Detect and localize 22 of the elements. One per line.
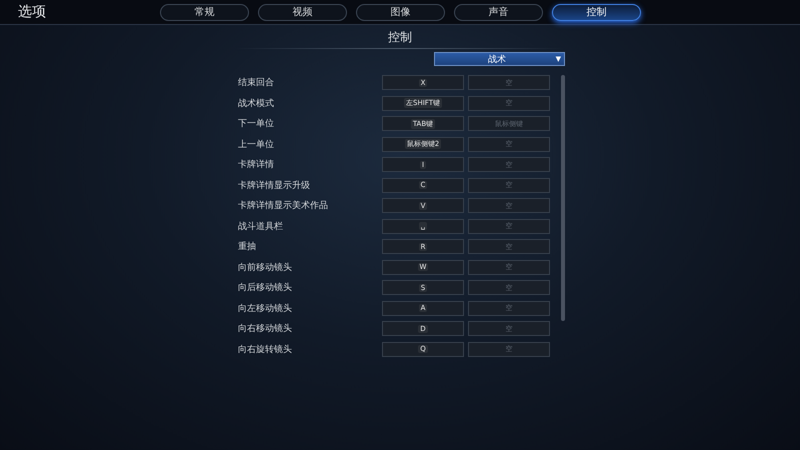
action-label: 重抽 xyxy=(238,240,257,253)
tab[interactable]: 视频 xyxy=(258,4,347,20)
tab[interactable]: 常规 xyxy=(160,4,249,20)
window-title: 选项 xyxy=(18,3,47,21)
section-heading: 控制 xyxy=(387,29,413,46)
action-label: 下一单位 xyxy=(238,118,275,130)
action-label: 向右旋转镜头 xyxy=(238,344,293,356)
action-label: 卡牌详情 xyxy=(238,158,275,171)
action-label: 向左移动镜头 xyxy=(238,302,293,314)
action-label: 上一单位 xyxy=(238,138,275,150)
action-label: 卡牌详情显示美术作品 xyxy=(238,200,329,212)
scrollbar[interactable] xyxy=(561,75,565,321)
tab[interactable]: 控制 xyxy=(552,4,641,20)
action-label: 向后移动镜头 xyxy=(238,282,293,294)
tab[interactable]: 声音 xyxy=(454,4,543,20)
action-label: 战术模式 xyxy=(238,98,275,110)
action-label: 卡牌详情显示升级 xyxy=(238,180,311,192)
action-label: 结束回合 xyxy=(238,76,275,89)
action-label: 战斗道具栏 xyxy=(238,220,284,232)
action-label: 向前移动镜头 xyxy=(238,262,293,274)
tab[interactable]: 图像 xyxy=(356,4,445,20)
action-label: 向右移动镜头 xyxy=(238,322,293,335)
